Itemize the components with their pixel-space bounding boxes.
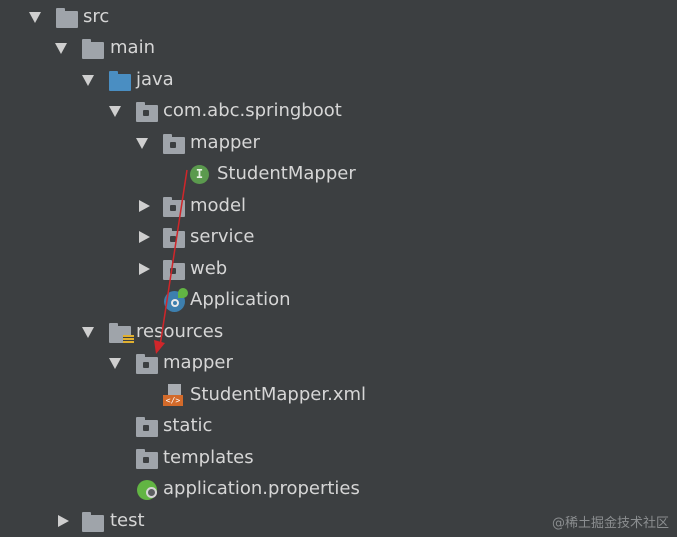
spring-properties-icon bbox=[137, 478, 159, 500]
collapse-arrow-icon[interactable] bbox=[58, 515, 69, 527]
expand-arrow-icon[interactable] bbox=[109, 358, 121, 369]
node-label: test bbox=[110, 510, 145, 531]
watermark: @稀土掘金技术社区 bbox=[551, 516, 669, 531]
tree-node-web[interactable]: web bbox=[0, 254, 677, 285]
expand-arrow-icon[interactable] bbox=[109, 106, 121, 117]
tree-node-static[interactable]: static bbox=[0, 411, 677, 442]
tree-node-model[interactable]: model bbox=[0, 191, 677, 222]
node-label: web bbox=[190, 258, 228, 279]
node-label: StudentMapper.xml bbox=[190, 384, 367, 405]
node-label: mapper bbox=[190, 132, 260, 153]
source-folder-icon bbox=[109, 71, 131, 91]
node-label: java bbox=[136, 69, 174, 90]
spring-boot-class-icon bbox=[164, 288, 188, 312]
tree-node-java[interactable]: java bbox=[0, 65, 677, 96]
node-label: model bbox=[190, 195, 247, 216]
folder-icon bbox=[136, 449, 158, 469]
expand-arrow-icon[interactable] bbox=[55, 43, 67, 54]
package-icon bbox=[163, 134, 185, 154]
node-label: static bbox=[163, 415, 213, 436]
package-icon bbox=[163, 228, 185, 248]
node-label: com.abc.springboot bbox=[163, 100, 342, 121]
tree-node-src[interactable]: src bbox=[0, 2, 677, 33]
expand-arrow-icon[interactable] bbox=[136, 138, 148, 149]
xml-file-icon: </> bbox=[163, 384, 183, 406]
node-label: service bbox=[190, 226, 255, 247]
node-label: resources bbox=[136, 321, 224, 342]
resources-folder-icon bbox=[109, 323, 134, 345]
tree-node-student-mapper-xml[interactable]: </> StudentMapper.xml bbox=[0, 380, 677, 411]
folder-icon bbox=[136, 354, 158, 374]
tree-node-service[interactable]: service bbox=[0, 222, 677, 253]
node-label: main bbox=[110, 37, 155, 58]
interface-icon bbox=[190, 165, 209, 184]
tree-node-resources[interactable]: resources bbox=[0, 317, 677, 348]
collapse-arrow-icon[interactable] bbox=[139, 231, 150, 243]
node-label: src bbox=[83, 6, 110, 27]
project-tree: src main java com.abc.springboot mapper … bbox=[0, 0, 677, 537]
folder-icon bbox=[136, 417, 158, 437]
tree-node-mapper-package[interactable]: mapper bbox=[0, 128, 677, 159]
expand-arrow-icon[interactable] bbox=[82, 327, 94, 338]
node-label: mapper bbox=[163, 352, 233, 373]
folder-icon bbox=[56, 8, 78, 28]
tree-node-resources-mapper[interactable]: mapper bbox=[0, 348, 677, 379]
node-label: templates bbox=[163, 447, 254, 468]
collapse-arrow-icon[interactable] bbox=[139, 263, 150, 275]
package-icon bbox=[163, 260, 185, 280]
node-label: application.properties bbox=[163, 478, 360, 499]
tree-node-student-mapper[interactable]: StudentMapper bbox=[0, 159, 677, 190]
folder-icon bbox=[82, 512, 104, 532]
node-label: StudentMapper bbox=[217, 163, 356, 184]
tree-node-application-properties[interactable]: application.properties bbox=[0, 474, 677, 505]
collapse-arrow-icon[interactable] bbox=[139, 200, 150, 212]
node-label: Application bbox=[190, 289, 291, 310]
tree-node-templates[interactable]: templates bbox=[0, 443, 677, 474]
tree-node-main[interactable]: main bbox=[0, 33, 677, 64]
expand-arrow-icon[interactable] bbox=[29, 12, 41, 23]
package-icon bbox=[163, 197, 185, 217]
expand-arrow-icon[interactable] bbox=[82, 75, 94, 86]
package-icon bbox=[136, 102, 158, 122]
tree-node-application[interactable]: Application bbox=[0, 285, 677, 316]
tree-node-package[interactable]: com.abc.springboot bbox=[0, 96, 677, 127]
folder-icon bbox=[82, 39, 104, 59]
